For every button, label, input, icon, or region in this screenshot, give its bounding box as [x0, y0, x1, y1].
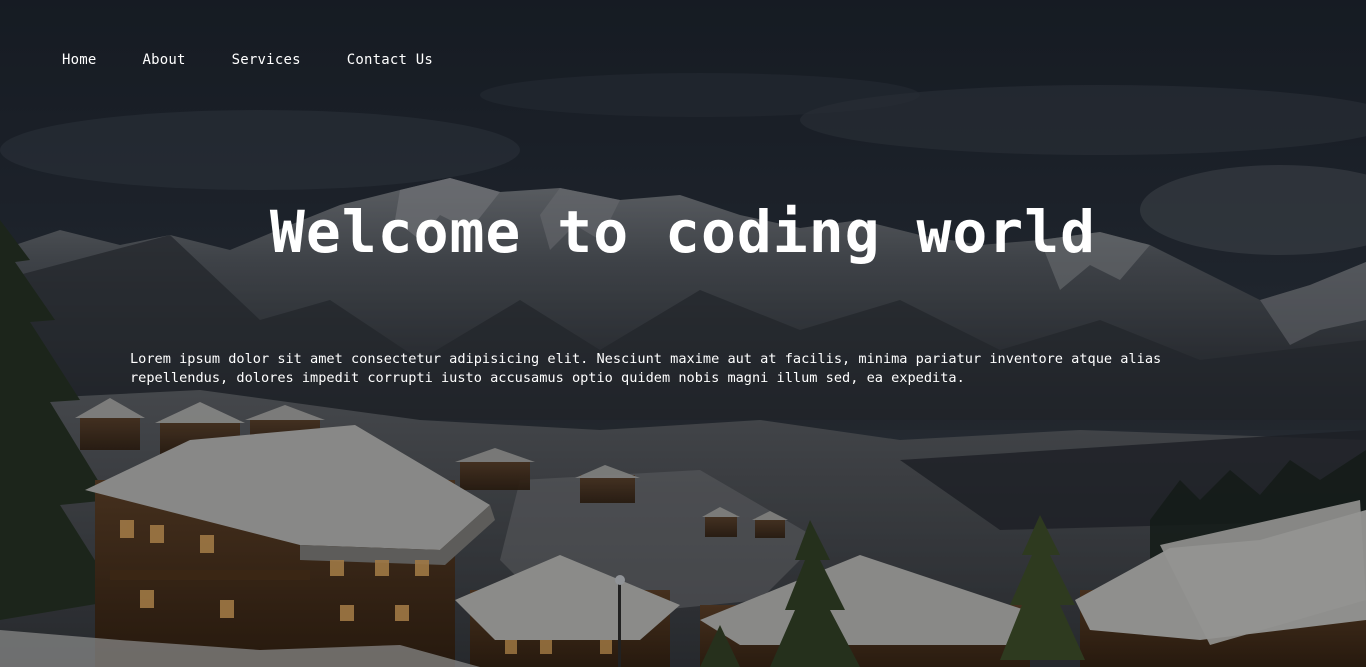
hero-section: Home About Services Contact Us Welcome t…	[0, 0, 1366, 667]
nav-link-about[interactable]: About	[143, 50, 186, 70]
background-image	[0, 0, 1366, 667]
mountain-village-scene	[0, 0, 1366, 667]
nav-link-home[interactable]: Home	[62, 50, 97, 70]
hero-paragraph: Lorem ipsum dolor sit amet consectetur a…	[130, 351, 1162, 386]
main-navigation: Home About Services Contact Us	[62, 50, 433, 70]
hero-title: Welcome to coding world	[269, 198, 1097, 266]
nav-link-services[interactable]: Services	[232, 50, 301, 70]
nav-link-contact-us[interactable]: Contact Us	[347, 50, 433, 70]
